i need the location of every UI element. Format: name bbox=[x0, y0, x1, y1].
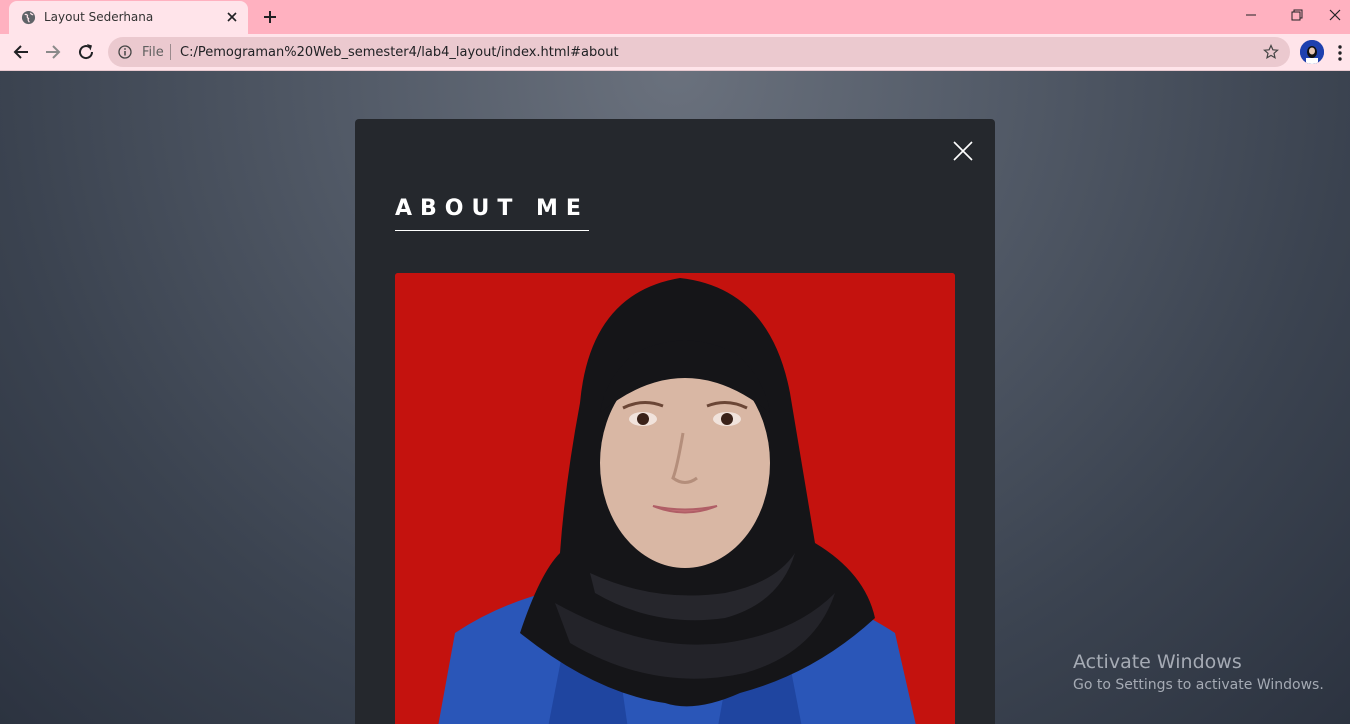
window-close-icon bbox=[1329, 9, 1341, 21]
page-viewport: ABOUT ME Activate Windows Go to Settings… bbox=[0, 71, 1350, 724]
avatar[interactable] bbox=[1300, 40, 1324, 64]
back-arrow-icon[interactable] bbox=[11, 42, 31, 62]
reload-icon[interactable] bbox=[76, 42, 96, 62]
info-icon[interactable] bbox=[118, 45, 132, 59]
tab-title: Layout Sederhana bbox=[44, 10, 154, 24]
watermark-title: Activate Windows bbox=[1073, 651, 1242, 673]
section-title: ABOUT ME bbox=[395, 196, 589, 231]
browser-toolbar: File C:/Pemograman%20Web_semester4/lab4_… bbox=[0, 34, 1350, 71]
browser-tab[interactable]: Layout Sederhana bbox=[9, 1, 248, 34]
close-icon[interactable] bbox=[225, 10, 239, 24]
profile-photo bbox=[395, 273, 955, 724]
restore-button[interactable] bbox=[1274, 0, 1320, 30]
restore-icon bbox=[1291, 9, 1303, 21]
portrait-illustration bbox=[395, 273, 955, 724]
minimize-icon bbox=[1246, 14, 1256, 16]
watermark-subtitle: Go to Settings to activate Windows. bbox=[1073, 677, 1324, 693]
about-modal: ABOUT ME bbox=[355, 119, 995, 724]
globe-icon bbox=[21, 10, 36, 25]
url-text[interactable]: C:/Pemograman%20Web_semester4/lab4_layou… bbox=[180, 45, 619, 60]
forward-arrow-icon[interactable] bbox=[43, 42, 63, 62]
window-close-button[interactable] bbox=[1320, 0, 1350, 30]
address-bar[interactable]: File C:/Pemograman%20Web_semester4/lab4_… bbox=[108, 37, 1290, 67]
tab-strip: Layout Sederhana bbox=[0, 0, 1350, 34]
url-scheme-label: File bbox=[142, 45, 164, 60]
star-icon[interactable] bbox=[1263, 44, 1279, 60]
omnibox-divider bbox=[170, 44, 171, 60]
minimize-button[interactable] bbox=[1228, 0, 1274, 30]
close-icon[interactable] bbox=[952, 140, 974, 162]
windows-activation-watermark: Activate Windows Go to Settings to activ… bbox=[1073, 651, 1324, 693]
profile-picture bbox=[1300, 40, 1324, 64]
more-vert-icon[interactable] bbox=[1337, 44, 1343, 62]
plus-icon[interactable] bbox=[262, 9, 278, 25]
